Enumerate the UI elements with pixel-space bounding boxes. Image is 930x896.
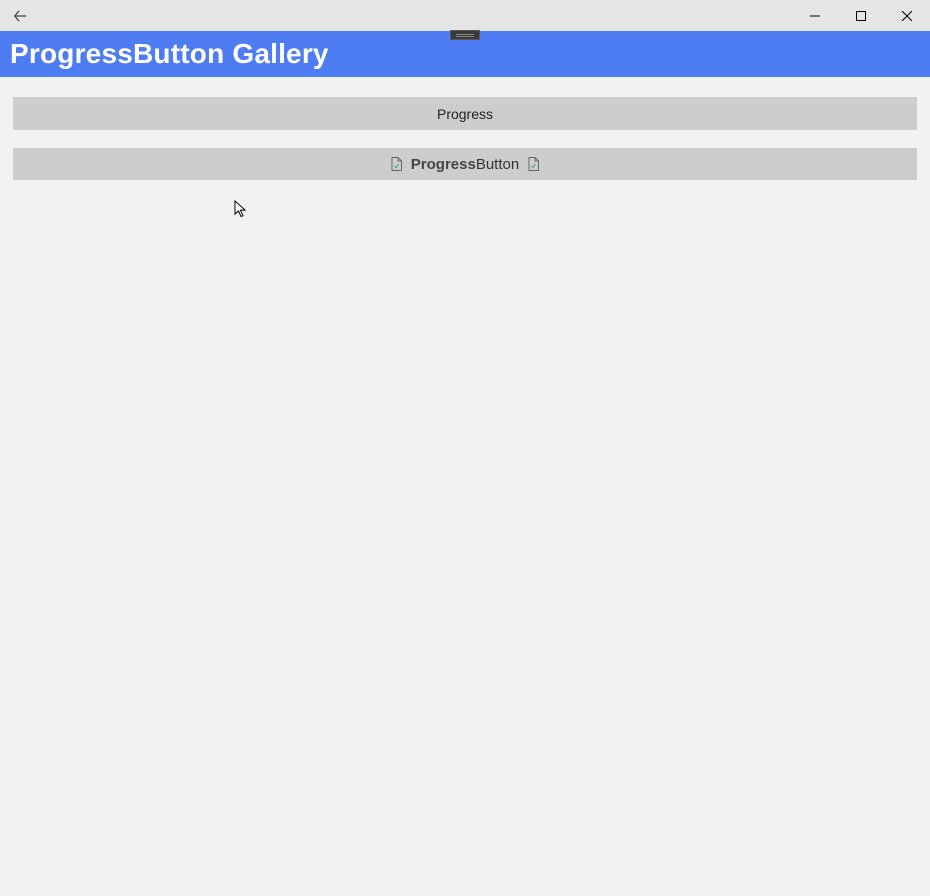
document-icon — [391, 157, 402, 171]
back-button[interactable] — [0, 0, 40, 31]
progress-button-1[interactable]: Progress — [13, 97, 917, 130]
header-bar: ProgressButton Gallery — [0, 31, 930, 77]
content-area: Progress ProgressButton — [0, 77, 930, 896]
minimize-button[interactable] — [792, 0, 838, 31]
progress-button-2-label-bold: Progress — [411, 156, 476, 173]
cursor-icon — [234, 200, 248, 218]
document-icon — [528, 157, 539, 171]
window-controls — [792, 0, 930, 31]
grip-line — [456, 34, 474, 35]
back-arrow-icon — [13, 9, 27, 23]
progress-button-2-label-normal: Button — [476, 156, 519, 173]
grip-line — [456, 36, 474, 37]
minimize-icon — [810, 11, 820, 21]
progress-button-2[interactable]: ProgressButton — [13, 148, 917, 180]
progress-button-2-label: ProgressButton — [411, 156, 519, 173]
maximize-button[interactable] — [838, 0, 884, 31]
close-button[interactable] — [884, 0, 930, 31]
close-icon — [902, 11, 912, 21]
grip-handle[interactable] — [450, 30, 480, 40]
page-title: ProgressButton Gallery — [10, 38, 329, 70]
progress-button-1-label: Progress — [437, 106, 493, 122]
maximize-icon — [856, 11, 866, 21]
titlebar — [0, 0, 930, 31]
